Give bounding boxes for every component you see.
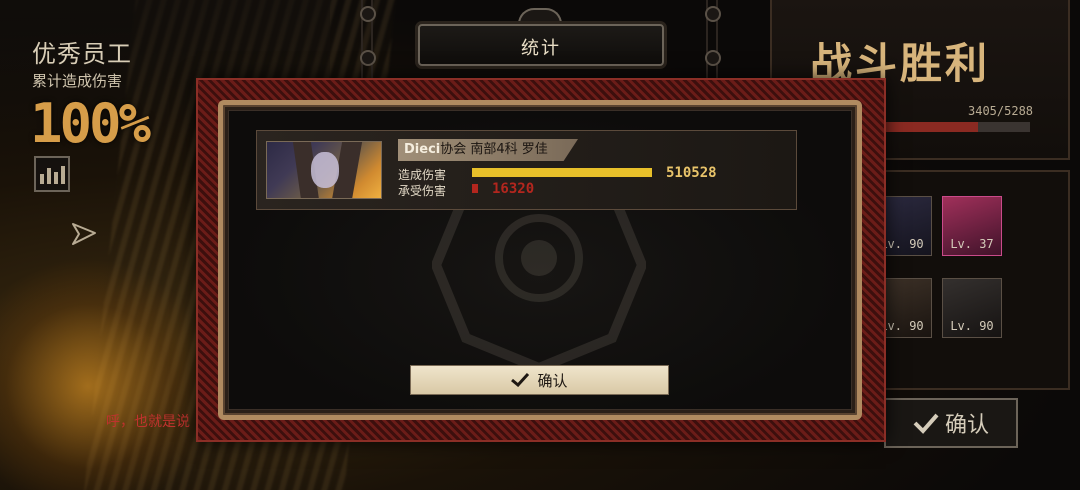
hand-glow-effect [0,260,220,490]
hud-title: 优秀员工 [32,40,132,68]
team-card[interactable]: Lv. 37 [942,196,1002,256]
team-card-level: Lv. 37 [950,237,994,251]
victory-confirm-label: 确认 [944,413,989,438]
damage-dealt-label: 造成伤害 [398,168,447,182]
exp-bar-fill [884,122,979,132]
exp-readout: 3405/5288 [968,104,1034,118]
damage-dealt-value: 510528 [666,165,717,181]
victory-confirm-button[interactable]: 确认 [884,398,1018,448]
damage-taken-label: 承受伤害 [398,184,447,198]
dialog-line: 呼，也就是说 [106,414,190,430]
damage-taken-bar [472,184,478,193]
stats-title-tab: 统计 [418,24,664,66]
damage-taken-value: 16320 [492,181,535,197]
send-arrow-icon[interactable] [70,220,98,248]
hud-damage-percent: 100% [30,92,151,155]
stats-bars-icon[interactable] [34,156,70,192]
confirm-label: 确认 [537,371,568,390]
checkmark-icon [511,373,530,387]
stats-title: 统计 [521,38,561,59]
character-portrait [266,141,382,199]
character-name-tag: Dieci协会 南部4科 罗佳 [398,139,578,161]
hud-subtitle: 累计造成伤害 [32,72,123,90]
org-name: Dieci [404,142,441,157]
team-card-level: Lv. 90 [950,319,994,333]
checkmark-icon [913,413,939,434]
team-card[interactable]: Lv. 90 [942,278,1002,338]
chain-link-icon [705,0,721,80]
confirm-button[interactable]: 确认 [410,365,669,395]
chain-link-icon [360,0,376,80]
exp-bar [884,122,1030,132]
character-name: 协会 南部4科 罗佳 [440,142,548,157]
damage-dealt-bar [472,168,652,177]
title-knob [518,8,562,24]
